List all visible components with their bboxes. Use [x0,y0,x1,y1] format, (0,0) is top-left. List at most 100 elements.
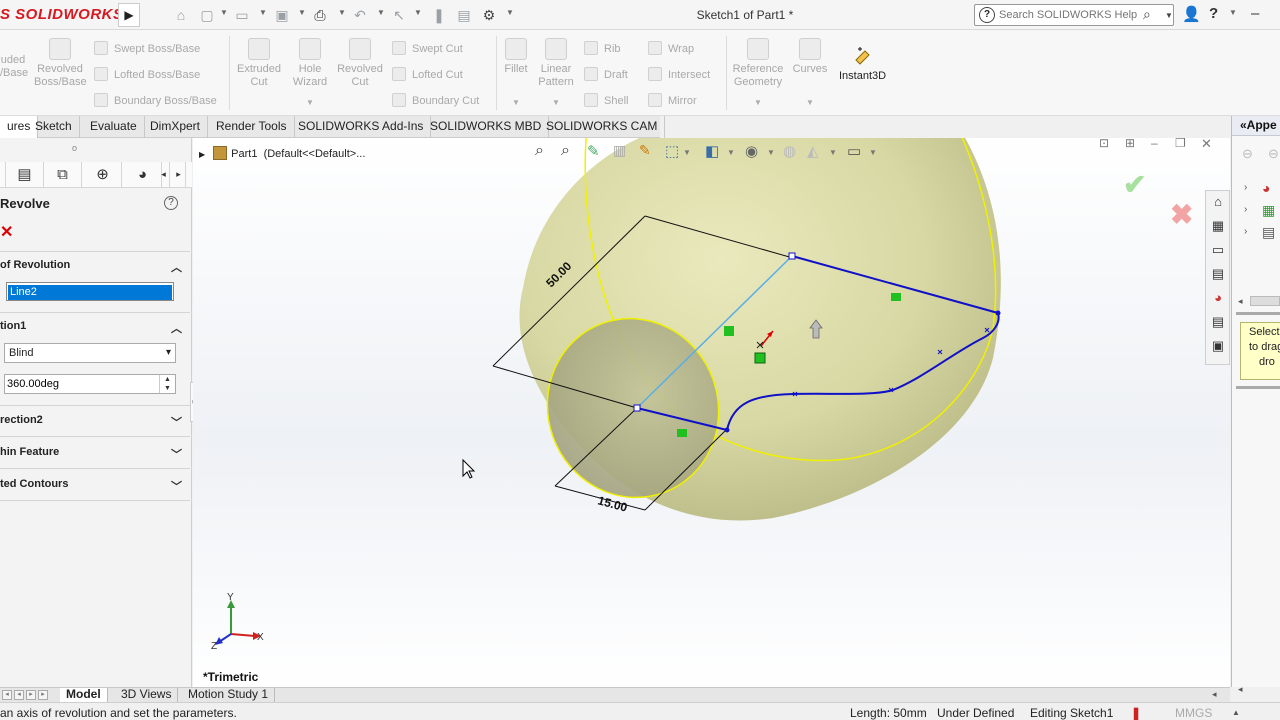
mirror-button[interactable]: Mirror [648,93,697,107]
axis-selection-box[interactable] [6,282,174,301]
zoom-to-area-icon[interactable]: ⌕ [561,142,570,160]
options-dropdown-icon[interactable]: ▼ [506,8,514,17]
unit-system[interactable]: MMGS [1175,706,1212,720]
sketch-point[interactable] [724,427,730,433]
tab-solidworks-cam[interactable]: SOLIDWORKS CAM [539,116,666,138]
panel-grip-icon[interactable]: o [72,143,77,153]
pane-splitter[interactable] [1236,386,1280,389]
curves-button[interactable]: Curves [790,38,830,76]
expand-caret-icon[interactable]: › [1244,182,1247,193]
previous-view-icon[interactable]: ✎ [587,142,600,160]
units-dropdown-icon[interactable]: ▲ [1232,708,1240,717]
pattern-dropdown-icon[interactable]: ▼ [552,98,560,107]
tab-render-tools[interactable]: Render Tools [209,116,295,138]
wrap-button[interactable]: Wrap [648,41,694,55]
print-icon[interactable]: ⎙ [311,6,329,24]
section-view-icon[interactable]: ▥ [613,142,626,159]
last-tab-icon[interactable]: ▸ [38,690,48,700]
forum-icon[interactable]: ▣ [1209,337,1227,355]
linear-pattern-button[interactable]: Linear Pattern [536,38,576,89]
help-icon[interactable]: ? [1209,5,1218,22]
select-icon[interactable]: ↖ [390,6,408,24]
view-settings-icon[interactable]: ▭ [847,142,861,160]
help-dropdown-icon[interactable]: ▼ [1229,8,1237,17]
first-tab-icon[interactable]: ◂ [2,690,12,700]
spin-buttons-icon[interactable]: ▲ ▼ [159,375,175,393]
confirm-ok-icon[interactable]: ✔ [1123,168,1146,201]
reference-geometry-button[interactable]: Reference Geometry [730,38,786,89]
tab-3d-views[interactable]: 3D Views [115,688,179,702]
direction2-header[interactable]: rection2 ﹀ [0,414,190,434]
next-tab-icon[interactable]: ▸ [26,690,36,700]
configuration-manager-icon[interactable]: ⧉ [44,162,82,188]
help-icon[interactable]: ? [164,196,178,210]
horizontal-relation-icon[interactable] [677,429,687,437]
graphics-area[interactable]: 50.00 15.00 Y X Z ⌕ ⌕ ✎ ▥ ✎ ⬚ ▼ ◧ ▼ ◉ ▼ … [193,138,1230,687]
minimize-icon[interactable]: – [1251,5,1259,22]
sketch-point[interactable] [633,404,641,412]
curves-dropdown-icon[interactable]: ▼ [806,98,814,107]
edit-appearance-icon[interactable]: ◍ [783,142,796,160]
pane-splitter[interactable] [1236,312,1280,315]
scroll-left-icon[interactable]: ◂ [1212,689,1217,700]
lofted-cut-button[interactable]: Lofted Cut [392,67,463,81]
instant3d-button[interactable]: Instant3D [839,46,886,82]
tab-motion-study-1[interactable]: Motion Study 1 [182,688,276,702]
scroll-left-icon[interactable]: ◂ [1238,684,1243,695]
search-icon[interactable]: ⌕ [1143,6,1151,23]
help-search-input[interactable] [999,7,1141,23]
expand-panel-icon[interactable]: ⊞ [1125,138,1135,150]
fix-relation-icon[interactable] [754,352,766,364]
fillet-dropdown-icon[interactable]: ▼ [512,98,520,107]
shell-button[interactable]: Shell [584,93,628,107]
apply-scene-icon[interactable]: ◭ [807,142,819,160]
tab-sketch[interactable]: Sketch [28,116,80,138]
direction1-header[interactable]: tion1 ︿ [0,320,190,340]
view-orientation-icon[interactable]: ⬚ [665,142,679,160]
tab-evaluate[interactable]: Evaluate [83,116,145,138]
search-dropdown-icon[interactable]: ▼ [1165,11,1173,20]
sketch-point[interactable] [995,310,1001,316]
swept-cut-button[interactable]: Swept Cut [392,41,463,55]
undo-icon[interactable]: ↶ [351,6,369,24]
decals-folder-icon[interactable]: ▤ [1262,224,1275,241]
model-canvas[interactable]: 50.00 15.00 Y X Z [193,138,1230,687]
design-library-icon[interactable]: ▦ [1209,217,1227,235]
menu-expand-arrow-icon[interactable]: ▶ [118,3,140,27]
save-icon[interactable]: ▣ [273,6,291,24]
help-search[interactable]: ? ⌕ ▼ [974,4,1174,26]
reference-geometry-dropdown-icon[interactable]: ▼ [754,98,762,107]
revolved-boss-button[interactable]: Revolved Boss/Base [34,38,87,89]
view-settings-dropdown-icon[interactable]: ▼ [869,148,877,157]
tab-model[interactable]: Model [60,688,108,702]
print-dropdown-icon[interactable]: ▼ [338,8,346,17]
boundary-cut-button[interactable]: Boundary Cut [392,93,479,107]
extruded-boss-button[interactable]: uded /Base [0,54,28,80]
new-dropdown-icon[interactable]: ▼ [220,8,228,17]
tab-dimxpert[interactable]: DimXpert [143,116,209,138]
confirm-cancel-icon[interactable]: ✖ [1170,198,1193,231]
selected-contours-header[interactable]: ted Contours ﹀ [0,478,190,498]
view-palette-icon[interactable]: ▤ [1209,265,1227,283]
sketch-point[interactable] [788,252,796,260]
open-dropdown-icon[interactable]: ▼ [259,8,267,17]
cancel-icon[interactable]: ✕ [0,222,13,242]
custom-properties-icon[interactable]: ▤ [1209,313,1227,331]
part-name[interactable]: Part1 [231,148,257,160]
hole-wizard-button[interactable]: Hole Wizard [288,38,332,89]
viewport-minimize-icon[interactable]: – [1151,138,1158,150]
expand-caret-icon[interactable]: › [1244,204,1247,215]
revolved-cut-button[interactable]: Revolved Cut [336,38,384,89]
hole-wizard-dropdown-icon[interactable]: ▼ [306,98,314,107]
previous-tab-icon[interactable]: ◂ [14,690,24,700]
user-icon[interactable]: 👤 [1182,5,1201,23]
options-gear-icon[interactable]: ⚙ [480,6,498,24]
scroll-left-icon[interactable]: ◂ [1238,296,1243,307]
back-icon[interactable]: ⊖ [1242,146,1253,162]
boundary-boss-button[interactable]: Boundary Boss/Base [94,93,217,107]
display-style-dropdown-icon[interactable]: ▼ [727,148,735,157]
undo-dropdown-icon[interactable]: ▼ [377,8,385,17]
new-document-icon[interactable]: ▢ [198,6,216,24]
draft-button[interactable]: Draft [584,67,628,81]
view-orientation-dropdown-icon[interactable]: ▼ [683,148,691,157]
